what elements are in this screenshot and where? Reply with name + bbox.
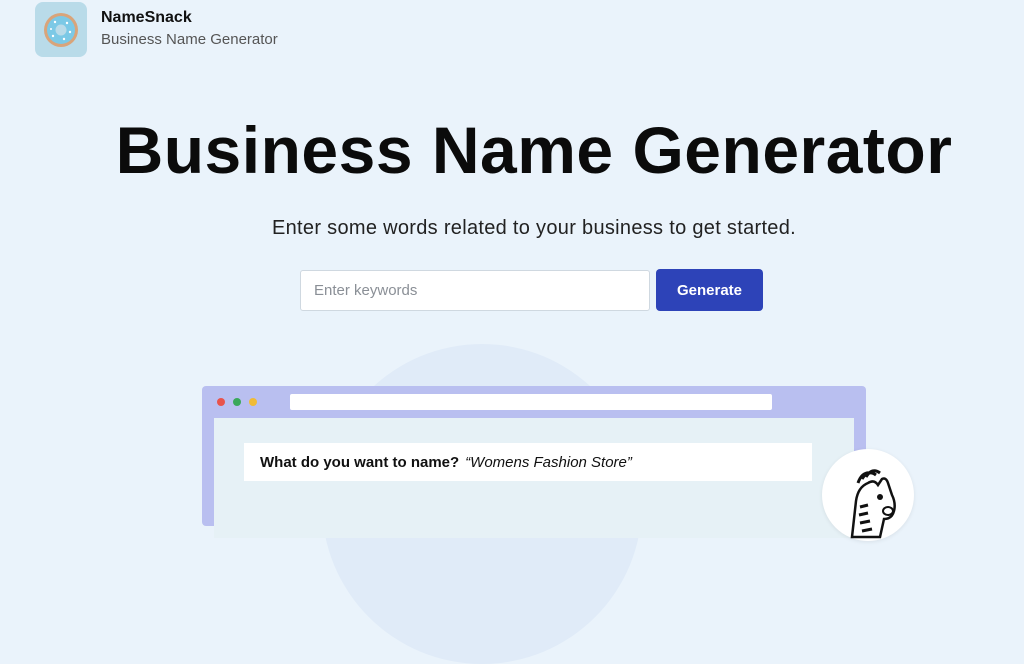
- logo[interactable]: [35, 2, 87, 57]
- page-title: Business Name Generator: [115, 113, 953, 187]
- window-close-dot: [217, 398, 225, 406]
- prompt-example: “Womens Fashion Store”: [465, 453, 632, 471]
- keywords-input[interactable]: [300, 270, 650, 311]
- donut-icon: [44, 12, 78, 47]
- window-maximize-dot: [233, 398, 241, 406]
- preview-content: What do you want to name? “Womens Fashio…: [214, 418, 854, 538]
- name-prompt-card: What do you want to name? “Womens Fashio…: [244, 443, 812, 481]
- generate-button[interactable]: Generate: [656, 269, 763, 311]
- preview-window: What do you want to name? “Womens Fashio…: [202, 386, 866, 538]
- brand-name[interactable]: NameSnack: [101, 9, 192, 27]
- brand-tagline: Business Name Generator: [101, 31, 278, 48]
- address-bar: [290, 394, 772, 410]
- mascot-avatar: [822, 449, 914, 541]
- zebra-mascot-icon: [850, 469, 896, 539]
- page-subtitle: Enter some words related to your busines…: [271, 217, 797, 239]
- window-minimize-dot: [249, 398, 257, 406]
- prompt-label: What do you want to name?: [260, 453, 460, 471]
